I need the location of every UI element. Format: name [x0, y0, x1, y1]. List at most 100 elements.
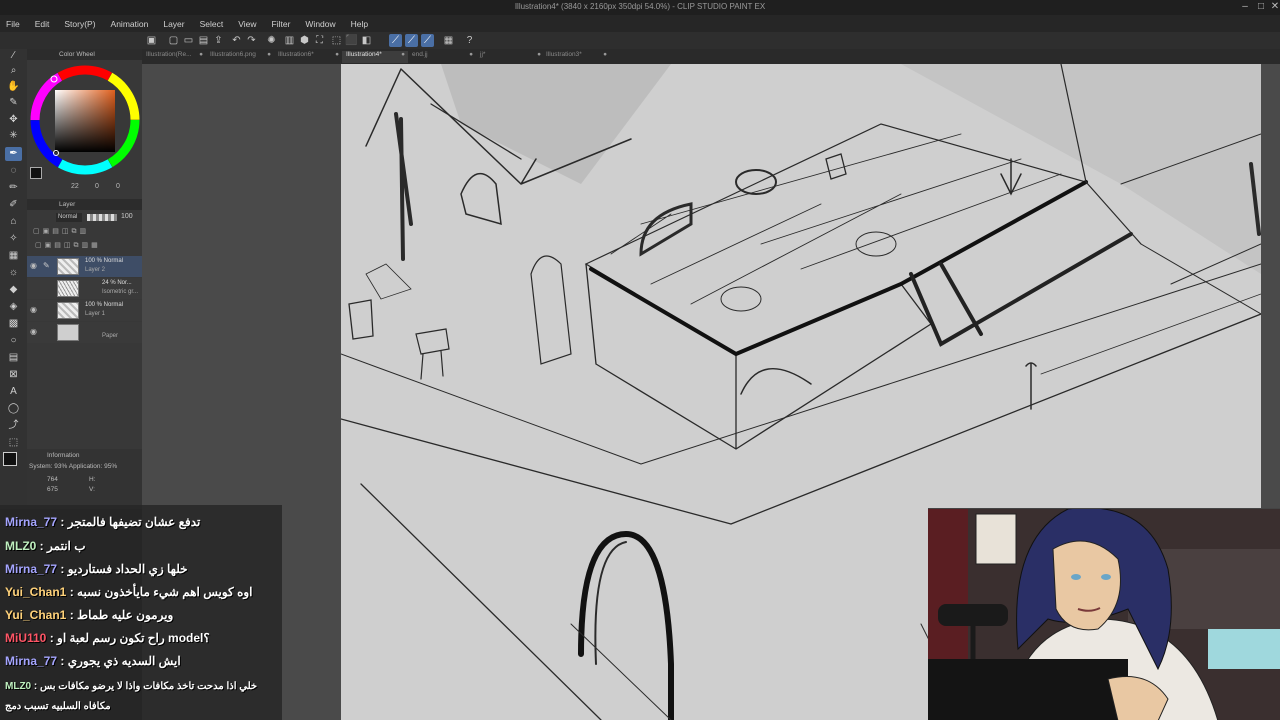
- close-tab-icon[interactable]: ●: [537, 51, 541, 58]
- close-tab-icon[interactable]: ●: [199, 51, 203, 58]
- close-tab-icon[interactable]: ●: [267, 51, 271, 58]
- deselect-icon[interactable]: ⬚: [330, 34, 343, 47]
- pen-tool-icon[interactable]: ✒: [5, 147, 22, 161]
- clip-studio-icon[interactable]: ▣: [145, 34, 158, 47]
- menu-select[interactable]: Select: [200, 19, 224, 29]
- chat-message: Mirna_77 : خلها زي الحداد فستارديو: [5, 562, 188, 576]
- menu-help[interactable]: Help: [351, 19, 368, 29]
- document-tab-active[interactable]: Illustration4* ●: [342, 51, 408, 63]
- snap-to-grid-icon[interactable]: ⟋: [421, 34, 434, 47]
- pen-pressure-icon[interactable]: ∕: [5, 49, 22, 63]
- layer-row[interactable]: ◉ Paper: [27, 322, 142, 343]
- eye-icon[interactable]: ◉: [30, 305, 37, 314]
- document-tab[interactable]: Illustration3* ●: [542, 51, 610, 63]
- close-tab-icon[interactable]: ●: [469, 51, 473, 58]
- blend-mode-select[interactable]: Normal: [56, 213, 82, 222]
- color-wheel[interactable]: [29, 62, 145, 180]
- decoration-icon[interactable]: ✧: [5, 232, 22, 246]
- current-color-swatch[interactable]: [30, 167, 42, 179]
- grid-icon[interactable]: ▦: [5, 249, 22, 263]
- zoom-icon[interactable]: ⌕: [5, 64, 22, 78]
- layer-thumbnail: [57, 324, 79, 341]
- lasso-icon[interactable]: ◌: [5, 164, 22, 178]
- layer-row[interactable]: 24 % Nor... Isometric gr...: [27, 278, 142, 299]
- snap-to-special-ruler-icon[interactable]: ⟋: [405, 34, 418, 47]
- text-icon[interactable]: A: [5, 385, 22, 399]
- document-tab[interactable]: end.jj ●: [408, 51, 476, 63]
- select-all-icon[interactable]: ⬛: [345, 34, 358, 47]
- menu-edit[interactable]: Edit: [35, 19, 50, 29]
- ellipse-icon[interactable]: ○: [5, 334, 22, 348]
- invert-selection-icon[interactable]: ◧: [360, 34, 373, 47]
- fill-icon[interactable]: ⬢: [298, 34, 311, 47]
- maximize-icon[interactable]: □: [1254, 1, 1268, 12]
- balloon-icon[interactable]: ◯: [5, 402, 22, 416]
- save-icon[interactable]: ▤: [197, 34, 210, 47]
- minimize-icon[interactable]: –: [1238, 1, 1252, 12]
- main-color-swatch[interactable]: [3, 452, 17, 466]
- color-value-h: 22: [71, 183, 79, 190]
- select-tool-icon[interactable]: ⬚: [5, 436, 22, 450]
- magic-wand-icon[interactable]: ✳: [5, 129, 22, 143]
- layer-mode: 100 % Normal: [85, 258, 124, 264]
- hand-icon[interactable]: ✋: [5, 80, 22, 94]
- chat-username: Mirna_77: [5, 515, 58, 529]
- menu-layer[interactable]: Layer: [163, 19, 184, 29]
- menu-window[interactable]: Window: [305, 19, 335, 29]
- move-icon[interactable]: ✥: [5, 113, 22, 127]
- menu-story[interactable]: Story(P): [64, 19, 95, 29]
- document-tab[interactable]: Illustration6* ●: [274, 51, 342, 63]
- opacity-slider[interactable]: [87, 214, 117, 221]
- transform-icon[interactable]: ⛶: [313, 34, 326, 47]
- ruler-icon[interactable]: ⊠: [5, 368, 22, 382]
- document-tab[interactable]: Illustration(Re... ●: [142, 51, 206, 63]
- close-tab-icon[interactable]: ●: [603, 51, 607, 58]
- blend-icon[interactable]: ☼: [5, 266, 22, 280]
- menu-animation[interactable]: Animation: [111, 19, 149, 29]
- fill-bucket-icon[interactable]: ◈: [5, 300, 22, 314]
- menu-view[interactable]: View: [238, 19, 256, 29]
- export-icon[interactable]: ⇪: [212, 34, 225, 47]
- chat-text: خلها زي الحداد فستارديو: [67, 562, 188, 576]
- menu-file[interactable]: File: [6, 19, 20, 29]
- info-panel: Information System: 93% Application: 95%…: [27, 449, 142, 509]
- help-icon[interactable]: ?: [463, 34, 476, 47]
- chat-username: MLZ0: [5, 539, 37, 553]
- eye-icon[interactable]: ◉: [30, 327, 37, 336]
- document-tab[interactable]: Illustration6.png ●: [206, 51, 274, 63]
- snap-to-ruler-icon[interactable]: ⟋: [389, 34, 402, 47]
- layer-panel-header: Layer: [27, 199, 142, 210]
- loading-icon[interactable]: ✺: [265, 34, 278, 47]
- airbrush-icon[interactable]: ⌂: [5, 215, 22, 229]
- eraser-icon[interactable]: ◆: [5, 283, 22, 297]
- layer-mode: 100 % Normal: [85, 302, 124, 308]
- eye-icon[interactable]: ◉: [30, 261, 37, 270]
- close-icon[interactable]: ✕: [1268, 1, 1280, 12]
- eyedropper-icon[interactable]: ✎: [5, 96, 22, 110]
- undo-icon[interactable]: ↶: [230, 34, 243, 47]
- document-tab[interactable]: jj* ●: [476, 51, 544, 63]
- tablet-icon[interactable]: ▦: [442, 34, 455, 47]
- layer-row[interactable]: ◉ ✎ 100 % Normal Layer 2: [27, 256, 142, 277]
- close-tab-icon[interactable]: ●: [401, 51, 405, 58]
- correct-line-icon[interactable]: ⤴: [5, 419, 22, 433]
- chat-text: تدفع عشان تضيفها فالمتجر: [67, 515, 201, 529]
- chat-text: مكافاه السلبيه تسبب دمج: [5, 701, 111, 712]
- color-value-s: 0: [95, 183, 99, 190]
- brush-icon[interactable]: ✐: [5, 198, 22, 212]
- chat-message: MiU110 : راح تكون رسم لعبة او model؟: [5, 631, 210, 645]
- frame-icon[interactable]: ▤: [5, 351, 22, 365]
- info-system: System: 93% Application: 95%: [29, 463, 118, 470]
- redo-icon[interactable]: ↷: [245, 34, 258, 47]
- gradient-icon[interactable]: ▩: [5, 317, 22, 331]
- layer-row[interactable]: ◉ 100 % Normal Layer 1: [27, 300, 142, 321]
- menu-filter[interactable]: Filter: [272, 19, 291, 29]
- clear-icon[interactable]: ▥: [283, 34, 296, 47]
- new-file-icon[interactable]: ▢: [167, 34, 180, 47]
- close-tab-icon[interactable]: ●: [335, 51, 339, 58]
- chat-username: Yui_Chan1: [5, 585, 67, 599]
- layer-mode: 24 % Nor...: [102, 280, 132, 286]
- layer-name: Paper: [102, 333, 119, 339]
- open-file-icon[interactable]: ▭: [182, 34, 195, 47]
- pencil-icon[interactable]: ✏: [5, 181, 22, 195]
